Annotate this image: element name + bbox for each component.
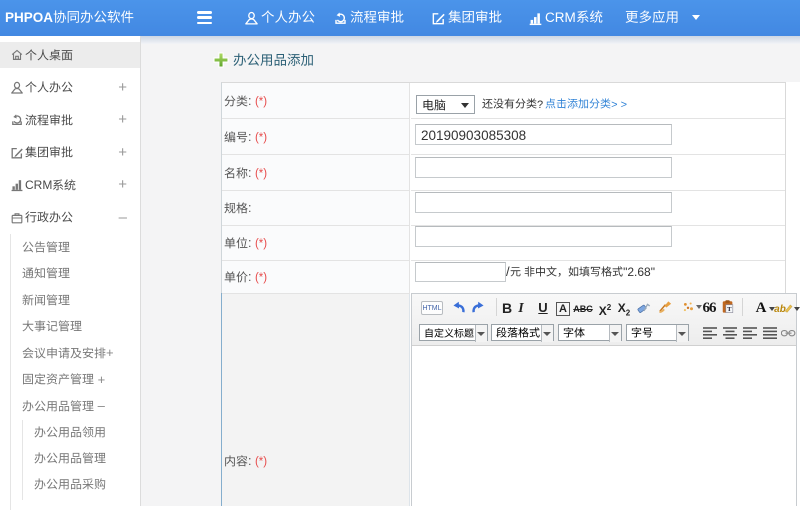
svg-text:T: T bbox=[727, 306, 732, 313]
